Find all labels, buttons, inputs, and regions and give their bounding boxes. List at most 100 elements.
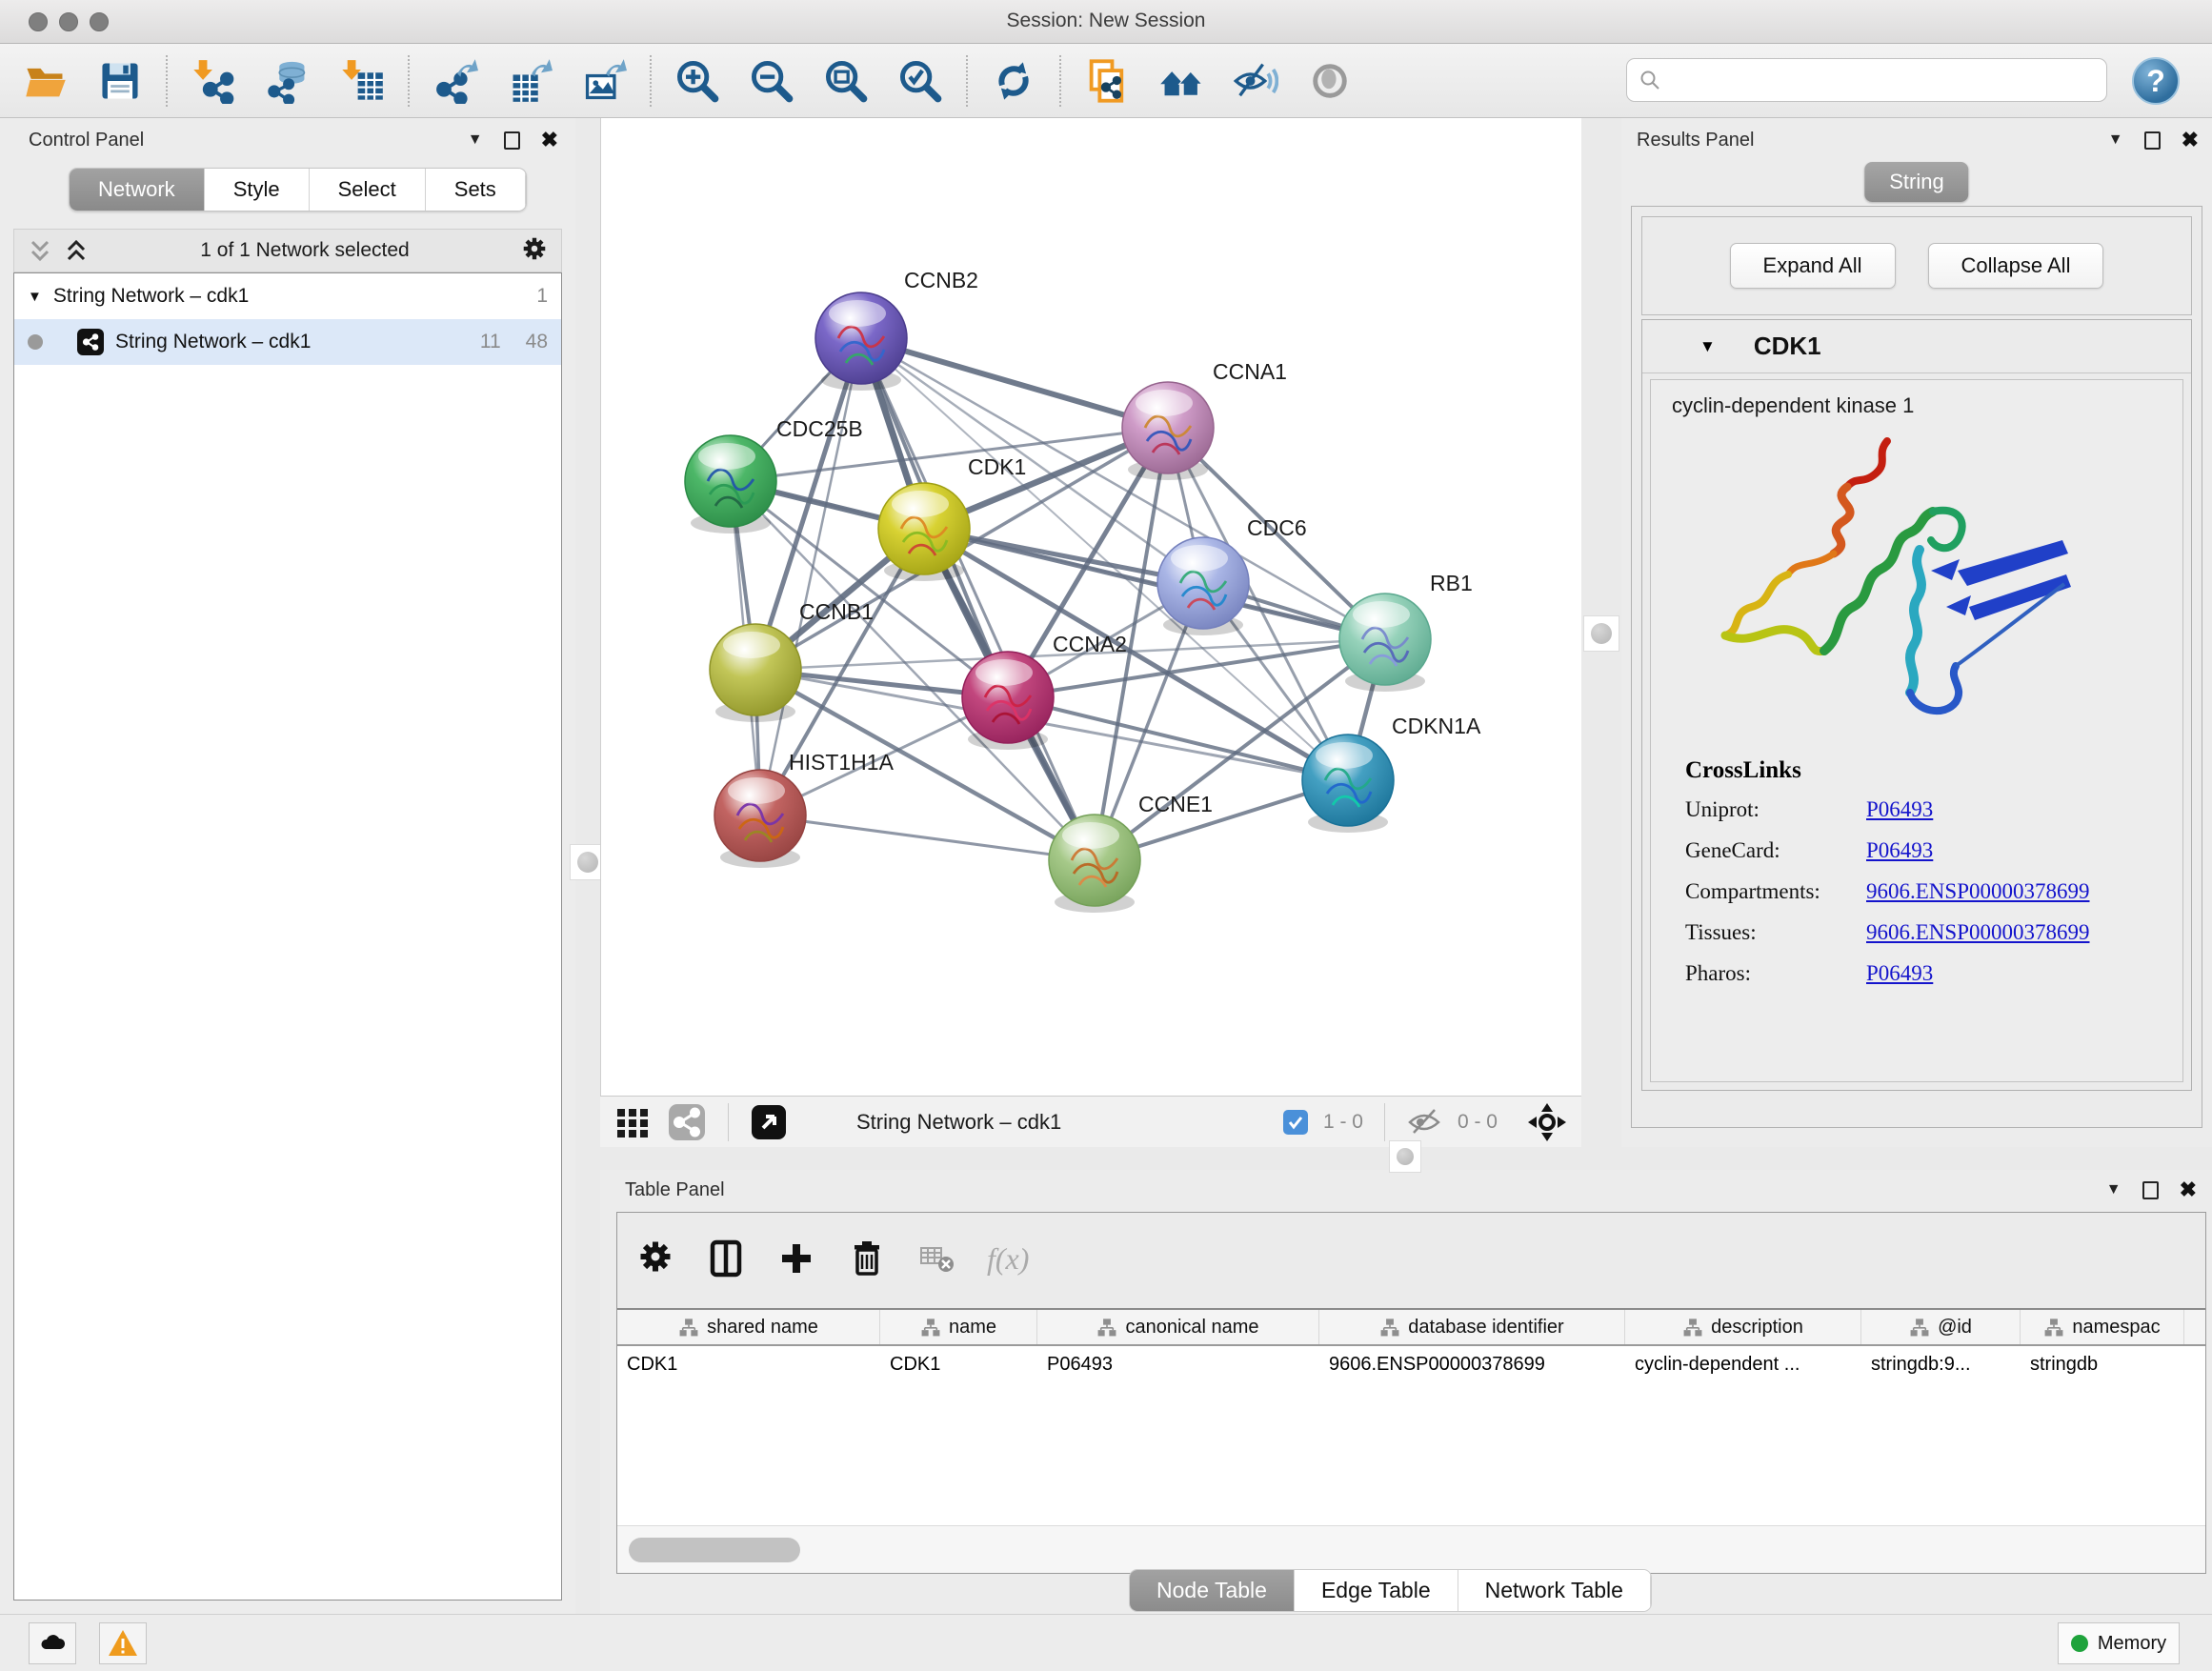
node-CDC25B[interactable]	[685, 435, 776, 534]
fit-selected-crosshair-icon[interactable]	[1526, 1101, 1568, 1143]
table-cell[interactable]: P06493	[1037, 1346, 1319, 1384]
hide-selected-button[interactable]	[1231, 56, 1280, 106]
tab-sets[interactable]: Sets	[426, 169, 526, 211]
export-network-button[interactable]	[431, 56, 480, 106]
cloud-button[interactable]	[29, 1622, 76, 1664]
memory-button[interactable]: Memory	[2058, 1622, 2180, 1664]
table-cell[interactable]: cyclin-dependent ...	[1625, 1346, 1861, 1384]
results-close-icon[interactable]: ✖	[2182, 128, 2199, 152]
table-close-icon[interactable]: ✖	[2180, 1178, 2197, 1202]
cdk1-entry-header[interactable]: ▼ CDK1	[1642, 320, 2191, 373]
tab-select[interactable]: Select	[310, 169, 426, 211]
left-splitter[interactable]	[575, 118, 600, 1614]
column-header-shared-name[interactable]: shared name	[617, 1310, 880, 1344]
maximize-view-icon[interactable]	[750, 1103, 788, 1141]
panel-menu-icon[interactable]: ▼	[468, 131, 483, 149]
node-CCNB1[interactable]	[710, 624, 801, 722]
node-HIST1H1A[interactable]	[714, 770, 806, 868]
tab-style[interactable]: Style	[205, 169, 310, 211]
string-network-icon[interactable]	[667, 1102, 707, 1142]
network-canvas[interactable]: CCNB2 CCNA1 CDC25B CDK1 CDC6 RB1 CCNB1 C…	[600, 118, 1581, 1096]
home-button[interactable]	[1156, 56, 1206, 106]
save-button[interactable]	[95, 56, 145, 106]
table-cell[interactable]: CDK1	[880, 1346, 1037, 1384]
edge-CCNB2-HIST1H1A[interactable]	[760, 338, 861, 815]
column-header-namespac[interactable]: namespac	[2021, 1310, 2184, 1344]
crosslink-link[interactable]: P06493	[1866, 797, 1933, 822]
crosslink-link[interactable]: 9606.ENSP00000378699	[1866, 920, 2090, 945]
network-options-gear-icon[interactable]	[519, 233, 550, 269]
column-header-database-identifier[interactable]: database identifier	[1319, 1310, 1625, 1344]
import-network-button[interactable]	[189, 56, 238, 106]
node-RB1[interactable]	[1339, 594, 1431, 692]
bottom-splitter-handle[interactable]	[1389, 1140, 1421, 1173]
column-header-canonical-name[interactable]: canonical name	[1037, 1310, 1319, 1344]
collapse-all-button[interactable]: Collapse All	[1928, 243, 2104, 289]
node-CCNA1[interactable]	[1122, 382, 1214, 480]
results-float-icon[interactable]	[2144, 131, 2161, 150]
import-table-button[interactable]	[337, 56, 387, 106]
entry-collapse-icon[interactable]: ▼	[1699, 337, 1716, 356]
import-database-button[interactable]	[263, 56, 312, 106]
export-table-button[interactable]	[505, 56, 554, 106]
add-column-icon[interactable]	[775, 1238, 817, 1279]
collapse-all-icon[interactable]	[26, 236, 54, 265]
table-menu-icon[interactable]: ▼	[2106, 1181, 2122, 1198]
search-box[interactable]	[1626, 58, 2107, 102]
search-input[interactable]	[1661, 61, 2106, 99]
tab-network[interactable]: Network	[70, 169, 205, 211]
scrollbar-thumb[interactable]	[629, 1538, 800, 1562]
column-header-@id[interactable]: @id	[1861, 1310, 2021, 1344]
edge-CCNB2-CCNE1[interactable]	[861, 338, 1095, 860]
tab-string[interactable]: String	[1864, 162, 1968, 202]
clone-network-button[interactable]	[1082, 56, 1132, 106]
birds-eye-grid-icon[interactable]	[613, 1103, 652, 1141]
expand-all-button[interactable]: Expand All	[1730, 243, 1896, 289]
node-CDK1[interactable]	[878, 483, 970, 581]
help-button[interactable]: ?	[2132, 57, 2180, 105]
panel-close-icon[interactable]: ✖	[541, 128, 558, 152]
network-row[interactable]: String Network – cdk1 11 48	[14, 319, 561, 365]
table-row[interactable]: CDK1CDK1P064939606.ENSP00000378699cyclin…	[617, 1346, 2205, 1384]
show-all-button[interactable]	[1305, 56, 1355, 106]
table-cell[interactable]: stringdb	[2021, 1346, 2184, 1384]
node-CCNE1[interactable]	[1049, 815, 1140, 913]
zoom-in-button[interactable]	[673, 56, 722, 106]
zoom-fit-button[interactable]	[821, 56, 871, 106]
show-columns-icon[interactable]	[705, 1238, 747, 1279]
table-settings-gear-icon[interactable]	[634, 1236, 676, 1282]
table-float-icon[interactable]	[2142, 1181, 2159, 1199]
selected-checkbox-icon[interactable]	[1283, 1110, 1308, 1135]
collection-expand-icon[interactable]: ▼	[28, 289, 42, 305]
node-CDC6[interactable]	[1157, 537, 1249, 635]
edge-CDK1-RB1[interactable]	[924, 529, 1385, 639]
bottom-splitter[interactable]	[600, 1147, 2212, 1170]
crosslink-link[interactable]: 9606.ENSP00000378699	[1866, 879, 2090, 904]
tab-network-table[interactable]: Network Table	[1458, 1570, 1651, 1611]
crosslink-link[interactable]: P06493	[1866, 961, 1933, 986]
node-CDKN1A[interactable]	[1302, 735, 1394, 833]
crosslink-link[interactable]: P06493	[1866, 838, 1933, 863]
node-CCNA2[interactable]	[962, 652, 1054, 750]
network-collection-row[interactable]: ▼ String Network – cdk1 1	[14, 273, 561, 319]
expand-all-icon[interactable]	[62, 236, 90, 265]
table-horizontal-scrollbar[interactable]	[617, 1525, 2205, 1573]
table-cell[interactable]: stringdb:9...	[1861, 1346, 2021, 1384]
table-cell[interactable]: 9606.ENSP00000378699	[1319, 1346, 1625, 1384]
column-header-description[interactable]: description	[1625, 1310, 1861, 1344]
tab-edge-table[interactable]: Edge Table	[1295, 1570, 1458, 1611]
warning-button[interactable]	[99, 1622, 147, 1664]
delete-column-icon[interactable]	[846, 1238, 888, 1279]
edge-HIST1H1A-CCNE1[interactable]	[760, 815, 1095, 860]
table-cell[interactable]: CDK1	[617, 1346, 880, 1384]
zoom-selected-button[interactable]	[895, 56, 945, 106]
panel-float-icon[interactable]	[504, 131, 520, 150]
zoom-out-button[interactable]	[747, 56, 796, 106]
results-menu-icon[interactable]: ▼	[2108, 131, 2123, 149]
edge-CCNB2-CCNA1[interactable]	[861, 338, 1168, 428]
tab-node-table[interactable]: Node Table	[1130, 1570, 1295, 1611]
node-CCNB2[interactable]	[815, 292, 907, 391]
open-button[interactable]	[21, 56, 70, 106]
export-image-button[interactable]	[579, 56, 629, 106]
right-splitter[interactable]	[1581, 118, 1621, 1170]
